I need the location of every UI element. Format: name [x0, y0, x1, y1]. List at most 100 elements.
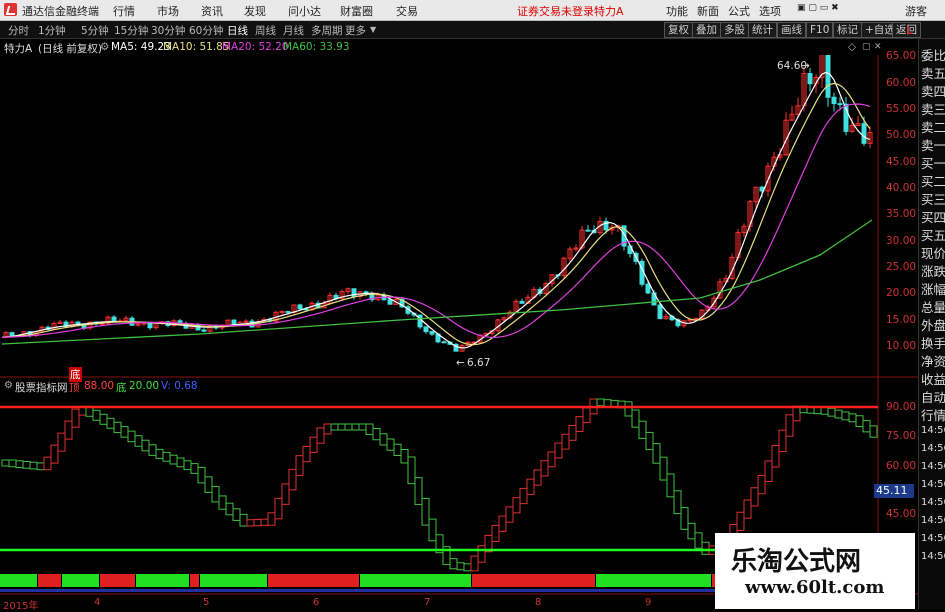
tab-daily[interactable]: 日线 — [227, 23, 248, 38]
menu-gongshi[interactable]: 公式 — [728, 3, 750, 19]
menu-caifuquan[interactable]: 财富圈 — [340, 3, 373, 19]
menu-shichang[interactable]: 市场 — [157, 3, 179, 19]
indicator-box — [393, 443, 402, 456]
side-sell1[interactable]: 卖一 — [921, 135, 945, 154]
indicator-box — [106, 417, 115, 429]
signal-segment — [100, 574, 135, 587]
signal-segment — [62, 574, 99, 587]
side-turnover[interactable]: 换手 — [921, 333, 945, 352]
diamond-icon[interactable]: ◇ — [848, 41, 856, 53]
menu-xinmian[interactable]: 新面 — [697, 3, 719, 19]
tab-1min[interactable]: 1分钟 — [38, 23, 66, 38]
side-change-pct[interactable]: 涨幅 — [921, 279, 945, 298]
price-tick-25: 25.00 — [886, 261, 917, 273]
indicator-box — [547, 451, 556, 468]
indicator-box — [260, 518, 269, 526]
user-label[interactable]: 游客 — [905, 3, 927, 19]
menu-zixun[interactable]: 资讯 — [201, 3, 223, 19]
indicator-box — [22, 460, 31, 469]
candle-body — [201, 329, 207, 332]
side-buy4[interactable]: 买四 — [921, 207, 945, 226]
date-label-2015: 2015年 — [3, 601, 39, 612]
tab-15min[interactable]: 15分钟 — [114, 23, 148, 38]
tab-30min[interactable]: 30分钟 — [151, 23, 185, 38]
side-weibi[interactable]: 委比 — [921, 45, 945, 64]
side-outer[interactable]: 外盘 — [921, 315, 945, 334]
diejia-button[interactable]: 叠加 — [692, 22, 721, 38]
tab-5min[interactable]: 5分钟 — [81, 23, 109, 38]
indicator-box — [666, 473, 675, 498]
biaoji-button[interactable]: 标记 — [833, 22, 862, 38]
indicator-box — [820, 407, 829, 415]
side-quote[interactable]: 行情 — [921, 405, 945, 424]
ma10-value: MA10: 51.85 — [163, 41, 230, 53]
duogu-button[interactable]: 多股 — [720, 22, 749, 38]
stock-name: 特力A — [594, 5, 624, 18]
close-icon[interactable]: ✕ — [874, 42, 882, 52]
indicator-box — [561, 433, 570, 450]
candlestick-series — [3, 55, 873, 352]
tab-multi-period[interactable]: 多周期 — [311, 23, 343, 38]
fuquan-button[interactable]: 复权 — [664, 22, 693, 38]
huaxian-button[interactable]: 画线 — [777, 22, 806, 38]
title-bar: 通达信金融终端 行情 市场 资讯 发现 问小达 财富圈 交易 证券交易未登录 特… — [0, 0, 945, 21]
f10-button[interactable]: F10 — [806, 22, 834, 38]
settings-gear-icon[interactable]: ⚙ — [100, 41, 109, 53]
side-sell3[interactable]: 卖三 — [921, 99, 945, 118]
indicator-box — [631, 409, 640, 428]
side-change[interactable]: 涨跌 — [921, 261, 945, 280]
side-price[interactable]: 现价 — [921, 243, 945, 262]
candle-body — [825, 55, 831, 98]
side-sell2[interactable]: 卖二 — [921, 117, 945, 136]
side-sell5[interactable]: 卖五 — [921, 63, 945, 82]
candle-body — [387, 299, 393, 305]
tongji-button[interactable]: 统计 — [748, 22, 777, 38]
tab-fenshi[interactable]: 分时 — [8, 23, 29, 38]
indicator-gear-icon[interactable]: ⚙ — [4, 380, 13, 391]
top-label: 顶 — [69, 382, 80, 394]
menu-wenxiaoda[interactable]: 问小达 — [288, 3, 321, 19]
indicator-box — [687, 522, 696, 540]
menu-hangqing[interactable]: 行情 — [113, 3, 135, 19]
menu-xuanxiang[interactable]: 选项 — [759, 3, 781, 19]
indicator-box — [855, 415, 864, 428]
price-tick-45: 45.00 — [886, 156, 917, 168]
expand-icon[interactable]: ▢ — [862, 42, 871, 52]
side-earnings[interactable]: 收益 — [921, 369, 945, 388]
low-arrow-icon: ← — [456, 357, 465, 369]
tab-more[interactable]: 更多 — [345, 23, 366, 38]
menu-faxian[interactable]: 发现 — [244, 3, 266, 19]
side-buy1[interactable]: 买一 — [921, 153, 945, 172]
low-annotation: 6.67 — [467, 357, 491, 369]
indicator-box — [757, 475, 766, 495]
side-auto[interactable]: 自动 — [921, 387, 945, 406]
side-net-assets[interactable]: 净资 — [921, 351, 945, 370]
indicator-box — [596, 398, 605, 407]
menu-jiaoyi[interactable]: 交易 — [396, 3, 418, 19]
indicator-box — [386, 438, 395, 451]
indicator-box — [337, 423, 346, 431]
login-status[interactable]: 证券交易未登录 — [517, 3, 594, 19]
window-controls-icon[interactable]: ▣ ▢ ▭ ✖ — [797, 3, 839, 13]
side-buy3[interactable]: 买三 — [921, 189, 945, 208]
indicator-box — [827, 407, 836, 417]
indicator-box — [379, 433, 388, 446]
side-volume[interactable]: 总量 — [921, 297, 945, 316]
indicator-box — [197, 466, 206, 484]
side-sell4[interactable]: 卖四 — [921, 81, 945, 100]
side-buy2[interactable]: 买二 — [921, 171, 945, 190]
signal-segment — [0, 574, 37, 587]
v-value: V: 0.68 — [161, 380, 198, 392]
more-chevron-icon[interactable]: ▼ — [370, 25, 376, 34]
tab-monthly[interactable]: 月线 — [283, 23, 304, 38]
kline-chart[interactable] — [0, 55, 918, 609]
tab-weekly[interactable]: 周线 — [255, 23, 276, 38]
indicator-box — [358, 423, 367, 431]
indicator-box — [211, 485, 220, 503]
side-buy5[interactable]: 买五 — [921, 225, 945, 244]
indicator-box — [463, 563, 472, 572]
candle-body — [645, 283, 651, 294]
tab-60min[interactable]: 60分钟 — [189, 23, 223, 38]
indicator-box — [568, 424, 577, 441]
menu-gongneng[interactable]: 功能 — [666, 3, 688, 19]
